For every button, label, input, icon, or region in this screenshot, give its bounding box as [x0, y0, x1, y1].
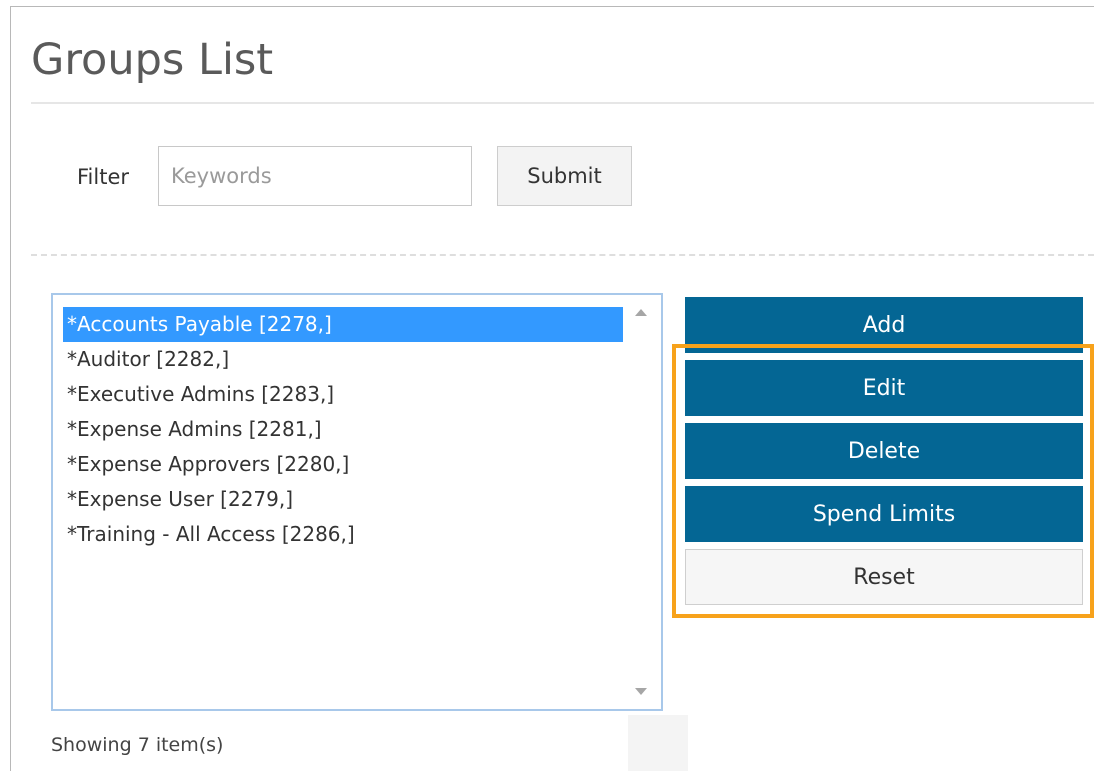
delete-button[interactable]: Delete	[685, 423, 1083, 479]
groups-list: *Accounts Payable [2278,] *Auditor [2282…	[63, 307, 623, 552]
filter-label: Filter	[77, 165, 130, 189]
submit-button[interactable]: Submit	[497, 146, 632, 206]
scroll-up-arrow-icon[interactable]	[635, 309, 647, 316]
spend-limits-button[interactable]: Spend Limits	[685, 486, 1083, 542]
group-list-item[interactable]: *Executive Admins [2283,]	[63, 377, 623, 412]
group-list-item[interactable]: *Accounts Payable [2278,]	[63, 307, 623, 342]
group-list-item[interactable]: *Expense Approvers [2280,]	[63, 447, 623, 482]
page-left-border	[10, 6, 11, 771]
reset-button[interactable]: Reset	[685, 549, 1083, 605]
filter-keywords-input[interactable]	[158, 146, 472, 206]
scroll-down-arrow-icon[interactable]	[635, 688, 647, 695]
page-top-border	[10, 6, 1094, 7]
group-list-item[interactable]: *Expense User [2279,]	[63, 482, 623, 517]
group-list-item[interactable]: *Auditor [2282,]	[63, 342, 623, 377]
add-button[interactable]: Add	[685, 297, 1083, 353]
groups-list-page: Groups List Filter Submit *Accounts Paya…	[0, 0, 1094, 771]
section-divider	[31, 254, 1094, 256]
page-title: Groups List	[31, 35, 274, 85]
edit-button[interactable]: Edit	[685, 360, 1083, 416]
groups-listbox[interactable]: *Accounts Payable [2278,] *Auditor [2282…	[51, 293, 663, 711]
listbox-scrollbar[interactable]	[623, 295, 661, 709]
title-divider	[31, 102, 1094, 104]
item-count-text: Showing 7 item(s)	[51, 734, 224, 756]
group-list-item[interactable]: *Expense Admins [2281,]	[63, 412, 623, 447]
background-shade	[628, 715, 688, 771]
group-list-item[interactable]: *Training - All Access [2286,]	[63, 517, 623, 552]
